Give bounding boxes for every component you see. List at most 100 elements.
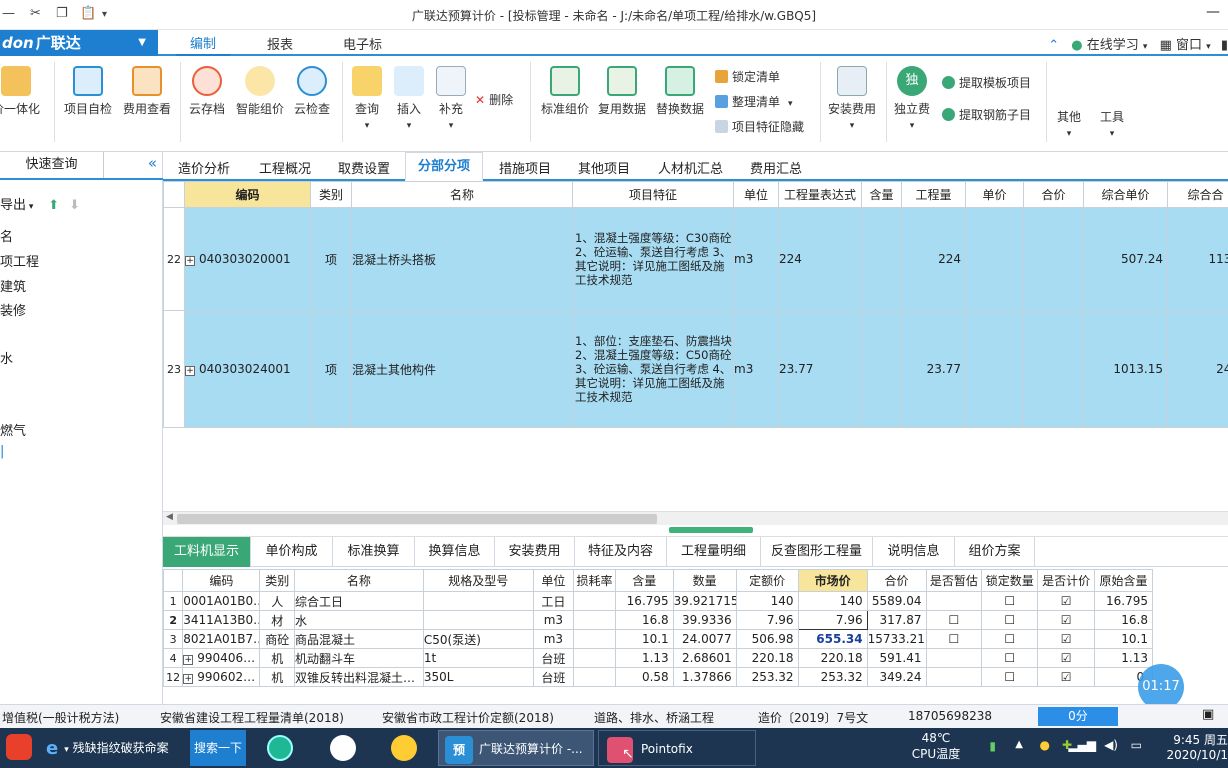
calc-checkbox[interactable]: ☑ (1061, 670, 1072, 684)
tree-item-gas[interactable]: 燃气 (0, 420, 26, 439)
item-name-cell[interactable]: 混凝土桥头搭板 (351, 207, 573, 311)
independent-dropdown-icon[interactable]: ▾ (910, 121, 915, 131)
res-loss-cell[interactable] (573, 610, 616, 630)
col-res-spec[interactable]: 规格及型号 (422, 569, 534, 592)
tab-cost-summary[interactable]: 费用汇总 (750, 158, 802, 177)
item-composite-total-cell[interactable]: 240 (1167, 310, 1228, 428)
col-unit[interactable]: 单位 (733, 181, 779, 208)
res-temp-cell[interactable] (925, 591, 983, 611)
item-unit-cell[interactable]: m3 (733, 207, 779, 311)
tools-dropdown-icon[interactable]: ▾ (1110, 129, 1115, 139)
res-name-cell[interactable]: 机动翻斗车 (293, 648, 424, 668)
res-name-cell[interactable]: 水 (293, 610, 424, 630)
taskbar-qq-icon[interactable] (391, 735, 417, 761)
quick-query-tab[interactable]: 快速查询 (0, 152, 104, 178)
res-quota-price-cell[interactable]: 220.18 (735, 648, 799, 668)
expand-icon[interactable]: + (183, 655, 194, 665)
res-type-cell[interactable]: 材 (259, 610, 295, 630)
extract-template-button[interactable]: 提取模板项目 (942, 74, 1031, 91)
res-total-cell[interactable]: 591.41 (866, 648, 927, 668)
logo-dropdown-icon[interactable]: ▼ (138, 30, 146, 56)
item-composite-price-cell[interactable]: 1013.15 (1083, 310, 1168, 428)
res-unit-cell[interactable]: 台班 (532, 648, 575, 668)
res-total-cell[interactable]: 15733.21 (866, 629, 927, 649)
res-market-price-cell[interactable]: 220.18 (797, 648, 868, 668)
item-type-cell[interactable]: 项 (310, 310, 352, 428)
tab-standard-conversion[interactable]: 标准换算 (333, 537, 415, 567)
res-total-cell[interactable]: 317.87 (866, 610, 927, 630)
item-content-cell[interactable] (861, 207, 902, 311)
help-icon[interactable]: ▮ (1221, 38, 1228, 53)
res-loss-cell[interactable] (573, 629, 616, 649)
clipboard-icon[interactable]: ▭ (1131, 738, 1142, 752)
tab-overview[interactable]: 工程概况 (259, 158, 311, 177)
table-row[interactable]: 23 +040303024001 项 混凝土其他构件 1、部位：支座垫石、防震挡… (163, 310, 1228, 428)
other-button[interactable]: 其他 ▾ (1057, 108, 1081, 139)
col-res-temp[interactable]: 是否暂估 (925, 569, 983, 592)
tree-item-root[interactable]: 名 (0, 226, 13, 245)
online-learning-link[interactable]: 在线学习 (1087, 38, 1139, 53)
tools-button[interactable]: 工具 ▾ (1100, 108, 1124, 139)
res-quota-price-cell[interactable]: 506.98 (735, 629, 799, 649)
item-code-cell[interactable]: +040303024001 (184, 310, 311, 428)
table-row[interactable]: 22 +040303020001 项 混凝土桥头搭板 1、混凝土强度等级：C30… (163, 207, 1228, 311)
smart-pricing-button[interactable]: 智能组价 (236, 66, 284, 117)
res-content-cell[interactable]: 16.8 (614, 610, 674, 630)
delete-button[interactable]: ✕ 删除 (475, 91, 513, 108)
tree-item-selected-marker[interactable]: | (0, 444, 4, 459)
reuse-data-button[interactable]: 复用数据 (598, 66, 646, 117)
tray-expand-icon[interactable]: ▲ (1015, 739, 1023, 750)
item-expr-cell[interactable]: 23.77 (778, 310, 862, 428)
tab-other-items[interactable]: 其他项目 (578, 158, 630, 177)
tab-conversion-info[interactable]: 换算信息 (415, 537, 495, 567)
horizontal-scrollbar[interactable]: ◀ (163, 511, 1228, 525)
lock-checkbox[interactable]: ☐ (1004, 670, 1015, 684)
window-dropdown-icon[interactable]: ▾ (1206, 42, 1211, 52)
res-unit-cell[interactable]: 台班 (532, 667, 575, 687)
extract-rebar-button[interactable]: 提取钢筋子目 (942, 106, 1031, 123)
col-res-unit[interactable]: 单位 (532, 569, 575, 592)
move-down-icon[interactable]: ⬇ (69, 198, 80, 213)
item-unit-price-cell[interactable] (965, 207, 1024, 311)
res-orig-cell[interactable]: 16.8 (1094, 610, 1153, 630)
res-total-cell[interactable]: 5589.04 (866, 591, 927, 611)
res-name-cell[interactable]: 综合工日 (293, 591, 424, 611)
res-temp-cell[interactable]: ☐ (925, 629, 983, 649)
tab-pricing-scheme[interactable]: 组价方案 (955, 537, 1035, 567)
supplement-dropdown-icon[interactable]: ▾ (449, 121, 454, 131)
menu-tab-etender[interactable]: 电子标 (343, 34, 382, 53)
project-selfcheck-button[interactable]: 项目自检 (64, 66, 112, 117)
res-type-cell[interactable]: 机 (259, 667, 295, 687)
res-type-cell[interactable]: 人 (259, 591, 295, 611)
install-cost-button[interactable]: 安装费用 ▾ (828, 66, 876, 131)
res-market-price-cell[interactable]: 253.32 (797, 667, 868, 687)
col-res-market-price[interactable]: 市场价 (797, 569, 868, 592)
col-res-loss[interactable]: 损耗率 (573, 569, 616, 592)
col-feature[interactable]: 项目特征 (572, 181, 734, 208)
lock-checkbox[interactable]: ☐ (1004, 651, 1015, 665)
res-name-cell[interactable]: 商品混凝土 (293, 629, 424, 649)
col-res-name[interactable]: 名称 (293, 569, 424, 592)
col-res-calc[interactable]: 是否计价 (1037, 569, 1096, 592)
res-lock-cell[interactable]: ☐ (981, 610, 1039, 630)
tree-item-water[interactable]: 水 (0, 348, 13, 367)
col-res-amount[interactable]: 数量 (672, 569, 737, 592)
res-calc-cell[interactable]: ☑ (1037, 667, 1096, 687)
col-composite-price[interactable]: 综合单价 (1083, 181, 1168, 208)
standard-pricing-button[interactable]: 标准组价 (541, 66, 589, 117)
res-amount-cell[interactable]: 1.37866 (672, 667, 737, 687)
pricing-integration-button[interactable]: 价一体化 (0, 66, 40, 117)
taskbar-search[interactable]: 搜索一下 (190, 730, 246, 766)
col-unit-price[interactable]: 单价 (965, 181, 1024, 208)
col-type[interactable]: 类别 (310, 181, 352, 208)
res-market-price-cell[interactable]: 140 (797, 591, 868, 611)
item-quantity-cell[interactable]: 23.77 (901, 310, 966, 428)
res-amount-cell[interactable]: 39.921715 (672, 591, 737, 611)
item-unit-cell[interactable]: m3 (733, 310, 779, 428)
clock[interactable]: 9:45 周五 2020/10/1 (1148, 731, 1228, 762)
table-row[interactable]: 4 +990406… 机 机动翻斗车 1t 台班 1.13 2.68601 22… (163, 648, 1153, 668)
res-market-price-cell[interactable]: 655.34 (797, 629, 868, 649)
expand-icon[interactable]: + (185, 366, 195, 376)
col-res-quota-price[interactable]: 定额价 (735, 569, 799, 592)
res-name-cell[interactable]: 双锥反转出料混凝土… (293, 667, 424, 687)
